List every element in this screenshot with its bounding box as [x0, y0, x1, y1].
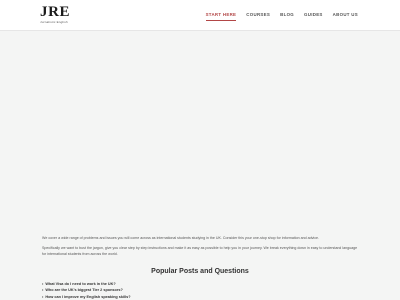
- list-item: How can I improve my English speaking sk…: [42, 294, 358, 300]
- site-logo[interactable]: JRE Jurnalistic English: [40, 5, 74, 25]
- main-nav: START HERE COURSES BLOG GUIDES ABOUT US: [205, 0, 358, 30]
- popular-posts-title: Popular Posts and Questions: [151, 268, 249, 275]
- logo-mark: JRE: [40, 4, 71, 20]
- intro-section: We cover a wide range of problems and is…: [42, 236, 358, 257]
- intro-paragraph: Specifically we want to bust the jargon,…: [42, 246, 358, 256]
- popular-posts-list: What Visa do I need to work in the UK? W…: [42, 281, 358, 300]
- hero-area: [0, 31, 400, 231]
- site-header: JRE Jurnalistic English START HERE COURS…: [0, 0, 400, 31]
- nav-blog[interactable]: BLOG: [280, 11, 294, 19]
- nav-about-us[interactable]: ABOUT US: [333, 11, 358, 19]
- nav-courses[interactable]: COURSES: [246, 11, 270, 19]
- nav-guides[interactable]: GUIDES: [304, 11, 323, 19]
- post-link[interactable]: Who are the UK's biggest Tier 2 sponsors…: [45, 288, 122, 292]
- intro-paragraph: We cover a wide range of problems and is…: [42, 236, 319, 240]
- post-link[interactable]: What Visa do I need to work in the UK?: [45, 282, 115, 286]
- post-link[interactable]: How can I improve my English speaking sk…: [45, 295, 130, 299]
- logo-tagline: Jurnalistic English: [40, 20, 68, 24]
- nav-start-here[interactable]: START HERE: [205, 11, 237, 21]
